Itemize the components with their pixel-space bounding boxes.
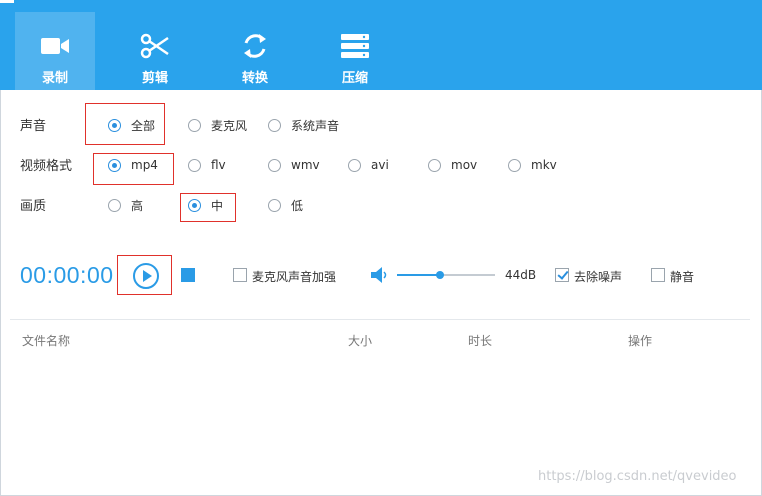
tab-convert-label: 转换 bbox=[241, 71, 268, 86]
tab-compress[interactable]: 压缩 bbox=[315, 12, 395, 90]
mic-boost-label: 麦克风声音加强 bbox=[252, 270, 337, 284]
format-label: 视频格式 bbox=[20, 159, 73, 174]
table-divider bbox=[10, 319, 750, 320]
tab-edit[interactable]: 剪辑 bbox=[115, 12, 195, 90]
quality-label: 画质 bbox=[20, 199, 47, 214]
sound-option-all[interactable]: 全部 bbox=[108, 116, 155, 134]
radio-button[interactable] bbox=[108, 118, 121, 132]
format-option-mov[interactable]: mov bbox=[428, 156, 477, 174]
scissors-icon bbox=[140, 33, 169, 59]
tab-convert[interactable]: 转换 bbox=[215, 12, 295, 90]
radio-button[interactable] bbox=[428, 158, 441, 172]
denoise-label: 去除噪声 bbox=[574, 270, 623, 284]
recording-timer: 00:00:00 bbox=[20, 262, 114, 288]
main-panel bbox=[0, 90, 762, 496]
column-header-filename: 文件名称 bbox=[22, 334, 71, 348]
quality-option-medium[interactable]: 中 bbox=[188, 196, 223, 214]
format-option-mp4[interactable]: mp4 bbox=[108, 156, 158, 174]
column-header-duration: 时长 bbox=[468, 334, 493, 348]
tab-record-label: 录制 bbox=[41, 71, 68, 86]
speaker-icon[interactable] bbox=[371, 267, 389, 283]
refresh-icon bbox=[244, 34, 266, 58]
mute-checkbox[interactable] bbox=[651, 268, 665, 282]
watermark-text: https://blog.csdn.net/qvevideo bbox=[538, 469, 737, 484]
column-header-size: 大小 bbox=[348, 334, 373, 348]
radio-button[interactable] bbox=[268, 118, 281, 132]
tab-record[interactable]: 录制 bbox=[15, 12, 95, 90]
radio-button[interactable] bbox=[188, 158, 201, 172]
window-corner-mark bbox=[0, 0, 14, 3]
format-option-mkv[interactable]: mkv bbox=[508, 156, 557, 174]
radio-button[interactable] bbox=[108, 198, 121, 212]
format-option-avi[interactable]: avi bbox=[348, 156, 389, 174]
denoise-checkbox[interactable] bbox=[555, 268, 569, 282]
tab-edit-label: 剪辑 bbox=[141, 71, 168, 86]
format-option-flv[interactable]: flv bbox=[188, 156, 226, 174]
quality-option-low[interactable]: 低 bbox=[268, 196, 303, 214]
mic-boost-checkbox[interactable] bbox=[233, 268, 247, 282]
column-header-actions: 操作 bbox=[628, 334, 653, 348]
volume-db-readout: 44dB bbox=[505, 268, 537, 282]
tab-compress-label: 压缩 bbox=[341, 71, 368, 86]
top-toolbar: 录制 剪辑 转换 压缩 bbox=[0, 0, 762, 90]
volume-slider-fill bbox=[397, 274, 441, 276]
stop-button[interactable] bbox=[181, 268, 195, 282]
radio-button[interactable] bbox=[108, 158, 121, 172]
sound-option-system[interactable]: 系统声音 bbox=[268, 116, 339, 134]
volume-slider[interactable] bbox=[397, 271, 495, 279]
radio-button[interactable] bbox=[188, 198, 201, 212]
radio-button[interactable] bbox=[188, 118, 201, 132]
radio-button[interactable] bbox=[268, 198, 281, 212]
radio-button[interactable] bbox=[268, 158, 281, 172]
sound-option-mic[interactable]: 麦克风 bbox=[188, 116, 247, 134]
radio-button[interactable] bbox=[508, 158, 521, 172]
sound-label: 声音 bbox=[20, 119, 47, 134]
format-option-wmv[interactable]: wmv bbox=[268, 156, 320, 174]
quality-option-high[interactable]: 高 bbox=[108, 196, 143, 214]
play-button[interactable] bbox=[133, 263, 159, 289]
server-stack-icon bbox=[341, 34, 369, 58]
mute-label: 静音 bbox=[670, 270, 695, 284]
radio-button[interactable] bbox=[348, 158, 361, 172]
video-camera-icon bbox=[41, 38, 69, 54]
